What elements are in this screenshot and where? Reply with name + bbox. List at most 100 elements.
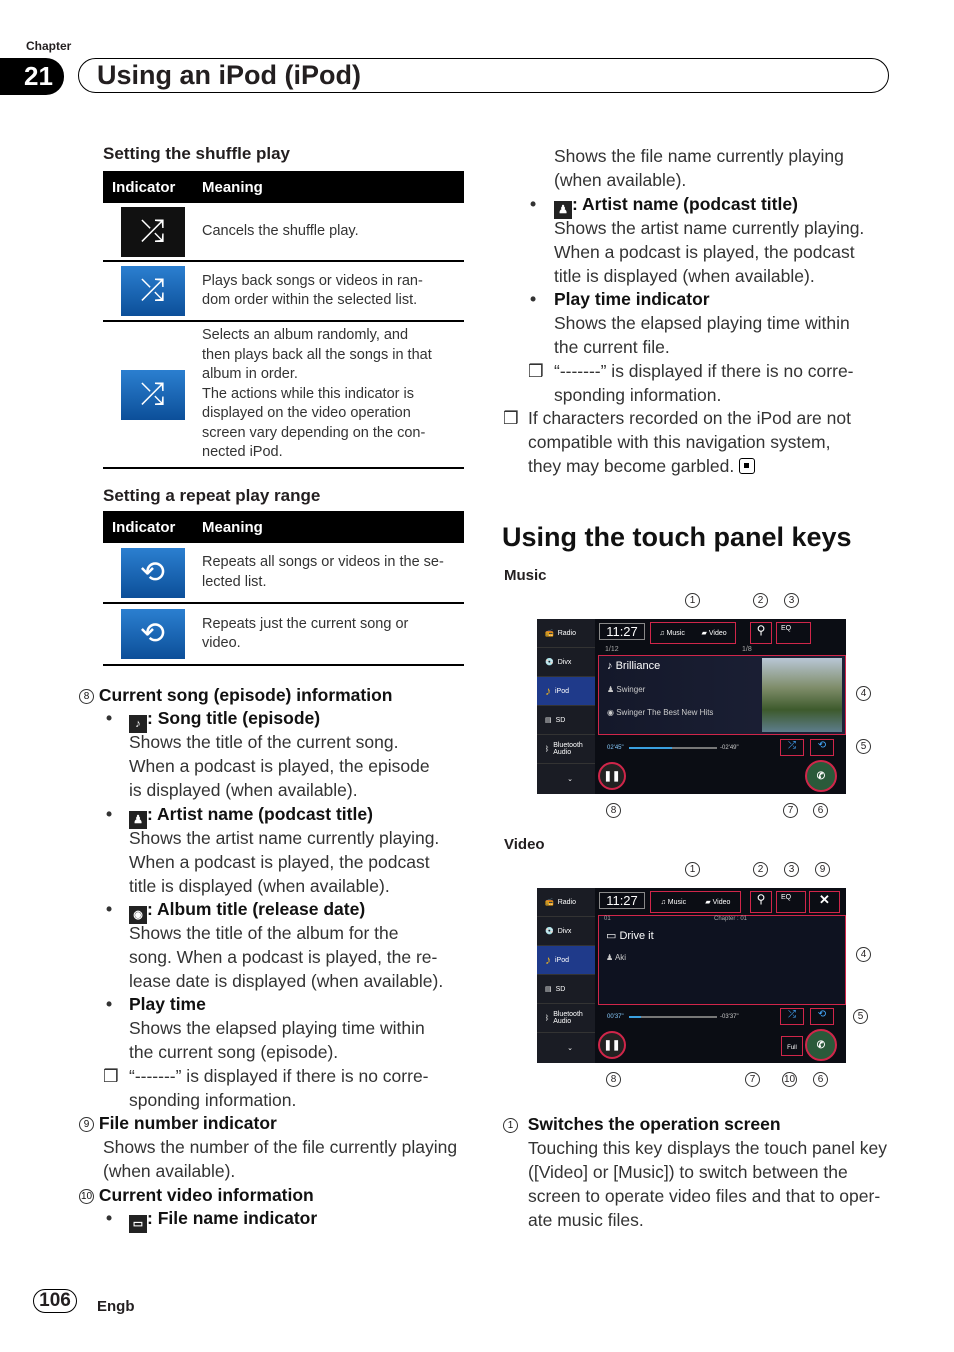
search-button[interactable]: ⚲ (750, 622, 772, 644)
tab-music[interactable]: ♫ Music (661, 899, 686, 906)
item-label: Album title (release date) (157, 899, 366, 919)
chevron-down-icon: ⌄ (567, 775, 573, 783)
search-button[interactable]: ⚲ (750, 891, 772, 913)
source-radio[interactable]: 📻 Radio (537, 619, 595, 648)
close-icon: ✕ (819, 892, 830, 907)
source-label: Bluetooth Audio (553, 742, 583, 756)
desc: Shows the artist name currently playing. (554, 218, 865, 238)
source-bluetooth[interactable]: ᛒ Bluetooth Audio (537, 1004, 595, 1033)
music-note-icon: ♪ (545, 953, 551, 967)
elapsed-time: 02'45" (607, 745, 624, 751)
desc: the current file. (554, 337, 670, 357)
page-number: 106 (33, 1289, 77, 1313)
desc: Shows the number of the file currently p… (103, 1137, 458, 1157)
desc: title is displayed (when available). (554, 266, 815, 286)
shuffle-button[interactable]: ⤮ (780, 739, 804, 756)
pause-icon: ❚❚ (603, 1039, 621, 1051)
repeat-button[interactable]: ⟲ (810, 739, 834, 756)
shuffle-button[interactable]: ⤮ (780, 1008, 804, 1025)
callout-3: 3 (784, 593, 799, 608)
desc: Shows the title of the current song. (129, 732, 399, 752)
eq-button[interactable]: EQ (776, 622, 811, 644)
shuffle-table: Indicator Meaning ⤮ Cancels the shuffle pl… (103, 171, 464, 469)
desc: ([Video] or [Music]) to switch between t… (528, 1162, 848, 1182)
callout-6: 6 (813, 803, 828, 818)
sd-card-icon: ▤ (545, 986, 552, 993)
pause-button[interactable]: ❚❚ (598, 1031, 626, 1059)
progress-bar[interactable] (629, 1016, 717, 1018)
callout-9: 9 (79, 1117, 94, 1132)
desc: Shows the file name currently playing (554, 146, 844, 166)
note: sponding information. (129, 1090, 297, 1110)
callout-4: 4 (856, 947, 871, 962)
desc: When a podcast is played, the episode (129, 756, 430, 776)
meaning: displayed on the video operation (202, 405, 411, 422)
scroll-down-button[interactable]: ⌄ (537, 1033, 595, 1062)
repeat-button[interactable]: ⟲ (810, 1008, 834, 1025)
source-sd[interactable]: ▤ SD (537, 706, 595, 735)
item-label: Play time indicator (554, 289, 710, 309)
item-label: Artist name (podcast title) (582, 194, 798, 214)
desc: title is displayed (when available). (129, 876, 390, 896)
callout-7: 7 (783, 803, 798, 818)
clock: 11:27 (599, 892, 645, 909)
callout-4: 4 (856, 686, 871, 701)
shuffle-icon: ⤮ (788, 1009, 796, 1020)
meaning: album in order. (202, 366, 298, 383)
chapter-number: 21 (0, 58, 64, 95)
desc: Touching this key displays the touch pan… (528, 1138, 887, 1158)
source-ipod[interactable]: ♪ iPod (537, 946, 595, 975)
meaning: Cancels the shuffle play. (202, 222, 359, 239)
language-code: Engb (97, 1298, 135, 1315)
full-screen-button[interactable]: Full (781, 1036, 803, 1056)
item-title: Current song (episode) information (98, 685, 393, 705)
item-title: File number indicator (98, 1113, 277, 1133)
remaining-time: -03'37" (720, 1014, 739, 1020)
source-sd[interactable]: ▤ SD (537, 975, 595, 1004)
callout-3: 3 (784, 862, 799, 877)
page-title: Using an iPod (iPod) (78, 58, 889, 93)
progress-bar[interactable] (629, 747, 717, 749)
eq-button[interactable]: EQ (776, 891, 806, 913)
callout-10: 10 (782, 1072, 797, 1087)
source-divx[interactable]: 💿 Divx (537, 917, 595, 946)
chapter-number: Chapter : 01 (714, 916, 748, 922)
desc: is displayed (when available). (129, 780, 358, 800)
callout-6: 6 (813, 1072, 828, 1087)
video-screen: 📻 Radio 💿 Divx ♪ iPod ▤ SD ᛒ Bluetooth Audio … (537, 888, 846, 1063)
source-radio[interactable]: 📻 Radio (537, 888, 595, 917)
tab-music[interactable]: ♫ Music (659, 630, 684, 637)
shuffle-heading: Setting the shuffle play (103, 144, 291, 163)
callout-2: 2 (753, 593, 768, 608)
phone-button[interactable]: ✆ (805, 760, 837, 792)
scroll-down-button[interactable]: ⌄ (537, 764, 595, 793)
item-label: File name indicator (157, 1208, 318, 1228)
search-icon: ⚲ (756, 892, 766, 906)
close-button[interactable]: ✕ (809, 891, 840, 913)
phone-button[interactable]: ✆ (805, 1029, 837, 1061)
source-ipod[interactable]: ♪ iPod (537, 677, 595, 706)
item-label: Artist name (podcast title) (157, 804, 373, 824)
desc: screen to operate video files and that t… (528, 1186, 881, 1206)
tab-video[interactable]: ▰ Video (705, 898, 730, 906)
source-label: iPod (555, 687, 570, 695)
full-label: Full (787, 1045, 797, 1051)
item-title: Current video information (98, 1185, 314, 1205)
source-bluetooth[interactable]: ᛒ Bluetooth Audio (537, 735, 595, 764)
source-label: SD (555, 716, 566, 724)
desc: When a podcast is played, the podcast (129, 852, 430, 872)
note: If characters recorded on the iPod are n… (528, 408, 851, 428)
tab-video[interactable]: ▰ Video (702, 629, 727, 637)
desc: song. When a podcast is played, the re- (129, 947, 438, 967)
sd-card-icon: ▤ (545, 717, 552, 724)
meaning: video. (202, 635, 241, 651)
callout-8: 8 (79, 689, 94, 704)
source-divx[interactable]: 💿 Divx (537, 648, 595, 677)
pause-button[interactable]: ❚❚ (598, 762, 626, 790)
meaning: nected iPod. (202, 444, 283, 461)
meaning: screen vary depending on the con- (202, 424, 426, 441)
phone-icon: ✆ (816, 1039, 826, 1051)
callout-7: 7 (745, 1072, 760, 1087)
col-indicator: Indicator (112, 178, 176, 196)
video-info-area: 01 Chapter : 01 ▭ Drive it ♟ Aki (598, 915, 846, 1005)
